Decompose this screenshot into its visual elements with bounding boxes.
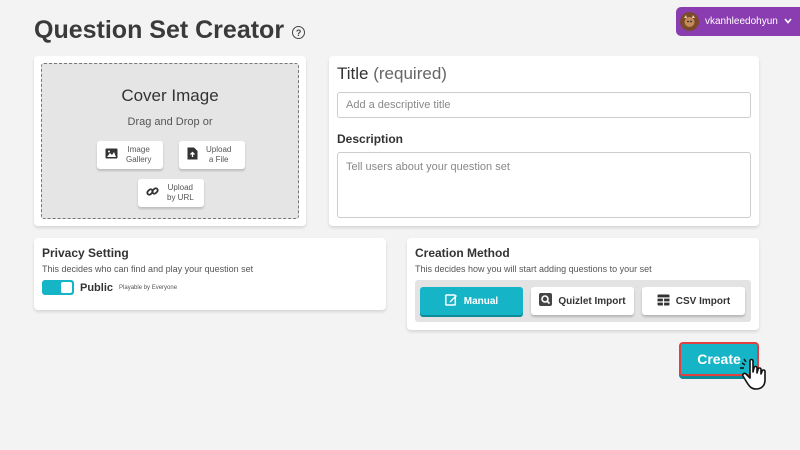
cover-image-card: Cover Image Drag and Drop or Image Galle…	[34, 56, 306, 226]
method-heading: Creation Method	[415, 246, 510, 260]
public-label: Public	[80, 281, 114, 294]
csv-label: CSV Import	[675, 295, 731, 307]
upload-file-label-1: Upload	[206, 145, 232, 155]
description-label: Description	[337, 132, 404, 146]
quizlet-import-button[interactable]: Quizlet Import	[531, 287, 634, 315]
privacy-setting-card: Privacy Setting This decides who can fin…	[34, 238, 386, 310]
manual-label: Manual	[463, 295, 499, 307]
cover-image-title: Cover Image	[121, 86, 219, 105]
page-title-text: Question Set Creator	[34, 16, 285, 44]
title-input[interactable]: Add a descriptive title	[337, 92, 751, 118]
title-label-text: Title	[337, 64, 369, 83]
public-toggle[interactable]	[42, 280, 74, 295]
title-description-card: Title (required) Add a descriptive title…	[329, 56, 759, 226]
privacy-subtitle: This decides who can find and play your …	[42, 264, 254, 274]
table-icon	[657, 294, 670, 309]
creation-method-card: Creation Method This decides how you wil…	[407, 238, 759, 330]
user-menu[interactable]: vkanhleedohyun	[676, 7, 800, 36]
hand-cursor-icon	[740, 358, 766, 390]
edit-icon	[444, 293, 458, 309]
description-textarea[interactable]: Tell users about your question set	[337, 152, 751, 218]
privacy-heading: Privacy Setting	[42, 246, 129, 260]
method-subtitle: This decides how you will start adding q…	[415, 264, 652, 274]
page-title: Question Set Creator ?	[34, 16, 306, 45]
upload-url-label-1: Upload	[167, 183, 194, 193]
upload-file-label-2: a File	[208, 155, 229, 164]
upload-file-button[interactable]: Upload a File	[179, 141, 245, 169]
upload-url-button[interactable]: Upload by URL	[138, 179, 204, 207]
quizlet-label: Quizlet Import	[558, 295, 626, 307]
cover-image-subtitle: Drag and Drop or	[127, 116, 213, 128]
image-gallery-label-1: Image	[127, 145, 150, 155]
title-label: Title (required)	[337, 64, 751, 84]
image-gallery-button[interactable]: Image Gallery	[97, 141, 163, 169]
public-sublabel: Playable by Everyone	[119, 284, 178, 291]
method-options: Manual Quizlet Import CSV Import	[415, 280, 751, 322]
avatar	[680, 12, 699, 31]
link-icon	[146, 185, 159, 201]
file-upload-icon	[187, 147, 198, 163]
csv-import-button[interactable]: CSV Import	[642, 287, 745, 315]
quizlet-icon	[539, 293, 553, 309]
title-required-text: (required)	[373, 64, 447, 83]
cover-image-dropzone[interactable]: Cover Image Drag and Drop or Image Galle…	[41, 63, 299, 219]
manual-method-button[interactable]: Manual	[420, 287, 523, 315]
help-icon[interactable]: ?	[292, 26, 306, 39]
image-gallery-label-2: Gallery	[126, 155, 152, 164]
username: vkanhleedohyun	[705, 16, 778, 27]
upload-url-label-2: by URL	[167, 193, 194, 202]
toggle-knob	[61, 282, 72, 293]
privacy-toggle-row: Public Playable by Everyone	[42, 280, 378, 295]
chevron-down-icon[interactable]	[784, 16, 792, 27]
image-icon	[105, 148, 118, 162]
